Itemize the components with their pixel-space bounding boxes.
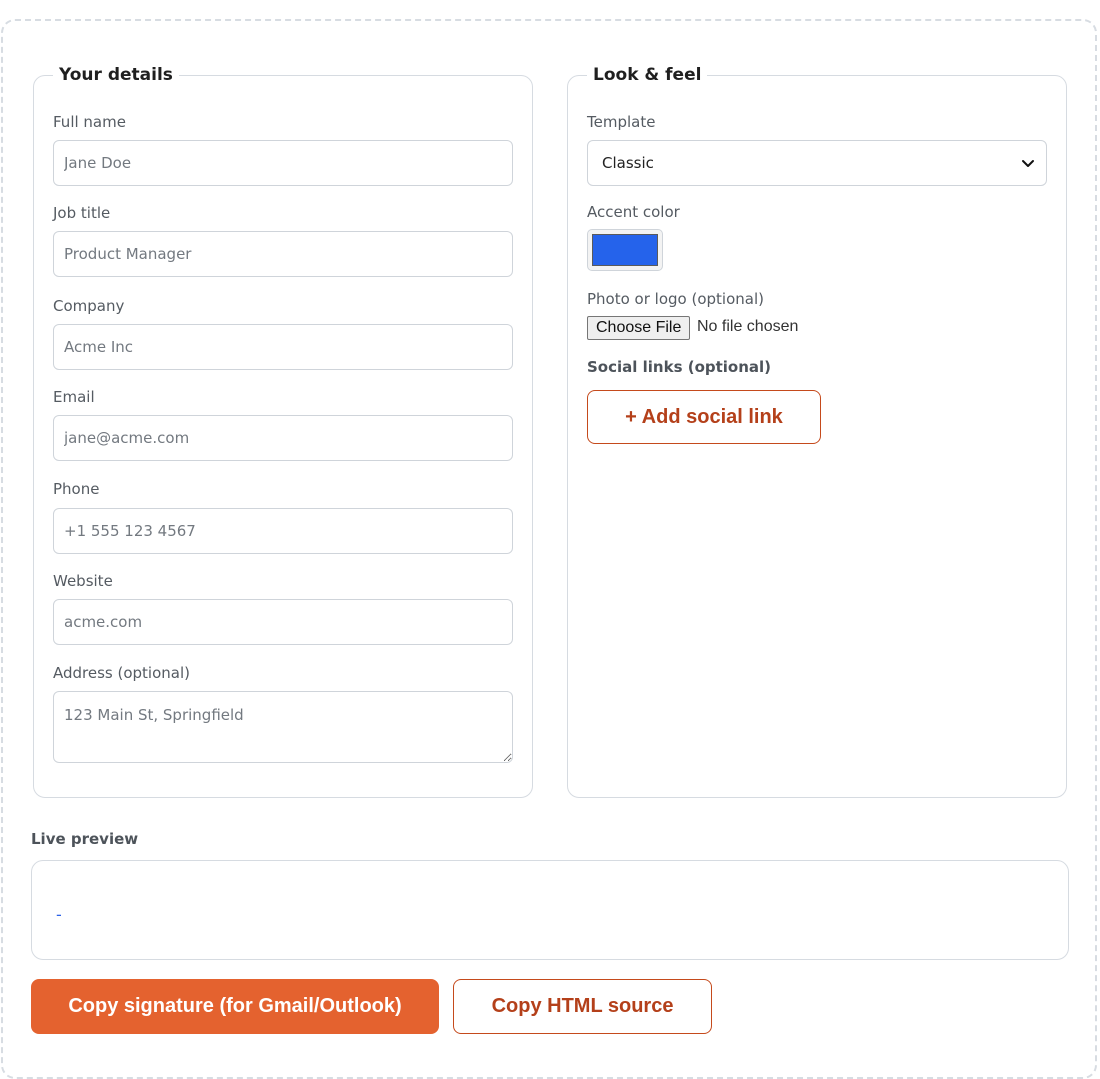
phone-input[interactable]	[53, 508, 513, 554]
photo-logo-label: Photo or logo (optional)	[587, 290, 764, 308]
preview-content: -	[56, 905, 62, 924]
full-name-input[interactable]	[53, 140, 513, 186]
company-label: Company	[53, 297, 125, 315]
chevron-down-icon	[1022, 160, 1034, 167]
template-select[interactable]: Classic	[587, 140, 1047, 186]
email-input[interactable]	[53, 415, 513, 461]
copy-html-source-button[interactable]: Copy HTML source	[453, 979, 712, 1034]
live-preview-label: Live preview	[31, 830, 139, 848]
accent-color-picker[interactable]	[587, 229, 663, 271]
company-input[interactable]	[53, 324, 513, 370]
template-label: Template	[587, 113, 656, 131]
address-textarea[interactable]	[53, 691, 513, 763]
website-label: Website	[53, 572, 113, 590]
add-social-link-button[interactable]: + Add social link	[587, 390, 821, 444]
social-links-label: Social links (optional)	[587, 358, 772, 376]
signature-preview: -	[31, 860, 1069, 960]
full-name-label: Full name	[53, 113, 126, 131]
address-label: Address (optional)	[53, 664, 190, 682]
job-title-label: Job title	[53, 204, 111, 222]
accent-color-swatch	[592, 234, 658, 266]
phone-label: Phone	[53, 480, 100, 498]
email-label: Email	[53, 388, 95, 406]
copy-signature-button[interactable]: Copy signature (for Gmail/Outlook)	[31, 979, 439, 1034]
job-title-input[interactable]	[53, 231, 513, 277]
website-input[interactable]	[53, 599, 513, 645]
template-selected-value: Classic	[602, 154, 654, 172]
choose-file-button[interactable]: Choose File	[587, 316, 691, 340]
file-status-text: No file chosen	[697, 318, 799, 335]
look-and-feel-legend: Look & feel	[593, 65, 702, 85]
your-details-legend: Your details	[59, 65, 173, 85]
accent-color-label: Accent color	[587, 203, 680, 221]
